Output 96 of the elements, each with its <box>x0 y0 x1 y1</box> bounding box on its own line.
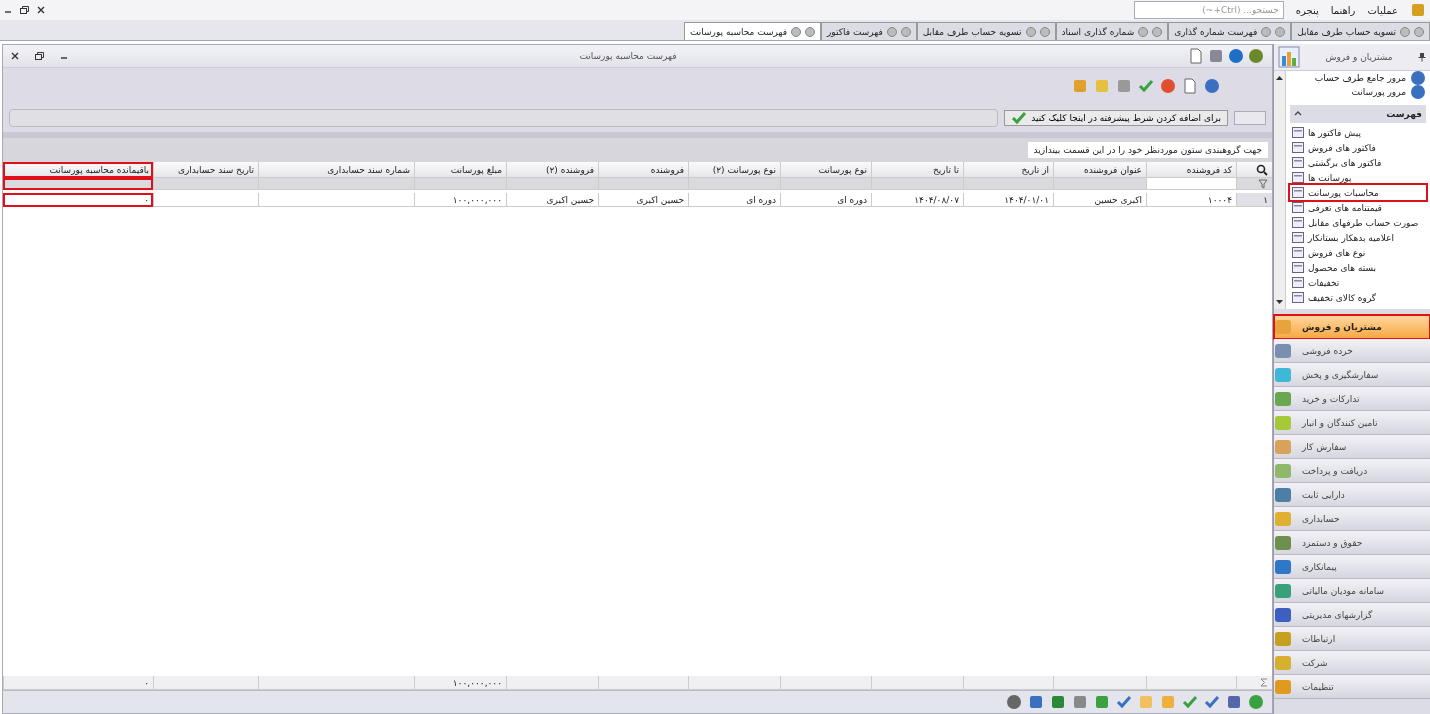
list-icon <box>1292 232 1304 243</box>
sidebar-item[interactable]: پورسانت ها <box>1290 170 1426 185</box>
table-cell: ۱۴۰۴/۰۸/۰۷ <box>871 193 963 207</box>
sidebar-item[interactable]: پیش فاکتور ها <box>1290 125 1426 140</box>
document-tab[interactable]: تسویه حساب طرف مقابل <box>1291 22 1430 40</box>
sidebar-item[interactable]: تخفیفات <box>1290 275 1426 290</box>
module-button[interactable]: تنظیمات <box>1274 675 1430 699</box>
column-header[interactable]: فروشنده <box>598 162 688 178</box>
module-button[interactable]: حسابداری <box>1274 507 1430 531</box>
sidebar-item[interactable]: فاکتور های برگشتی <box>1290 155 1426 170</box>
row-number[interactable]: ۱ <box>1236 193 1272 207</box>
window-title: فهرست محاسبه پورسانت <box>578 51 678 61</box>
module-button[interactable]: دارایی ثابت <box>1274 483 1430 507</box>
table-cell: دوره ای <box>688 193 780 207</box>
scroll-up-icon[interactable] <box>1276 75 1283 80</box>
search-field[interactable]: جستجو... (Ctrl+~) <box>1133 1 1284 19</box>
module-button[interactable]: پیمانکاری <box>1274 555 1430 579</box>
table-cell: ۱۰۰,۰۰۰,۰۰۰ <box>414 193 506 207</box>
restore-icon[interactable] <box>20 6 29 14</box>
advanced-filter-button[interactable]: برای اضافه کردن شرط پیشرفته در اینجا کلیک کنید <box>1004 110 1228 126</box>
list-icon <box>1292 157 1304 168</box>
search-header[interactable] <box>1236 162 1272 178</box>
list-icon <box>1292 292 1304 303</box>
list-icon <box>1292 142 1304 153</box>
filter-input[interactable] <box>1234 111 1266 125</box>
filter-row-cell[interactable] <box>3 178 153 190</box>
sidebar-item[interactable]: اعلامیه بدهکار بستانکار <box>1290 230 1426 245</box>
table-cell: دوره ای <box>780 193 871 207</box>
chevron-icon[interactable] <box>1294 110 1302 118</box>
module-button[interactable]: سفارشگیری و پخش <box>1274 363 1430 387</box>
list-icon <box>1292 202 1304 213</box>
panel-title: مشتریان و فروش <box>1324 52 1394 62</box>
module-button[interactable]: گزارشهای مدیریتی <box>1274 603 1430 627</box>
scroll-down-icon[interactable] <box>1276 300 1283 305</box>
document-tab[interactable]: شماره گذاری اسناد <box>1055 22 1169 40</box>
column-header[interactable]: تاریخ سند حسابداری <box>153 162 258 178</box>
column-header[interactable]: فروشنده (۲) <box>506 162 598 178</box>
document-tab[interactable]: فهرست شماره گذاری <box>1168 22 1292 40</box>
sidebar-item[interactable]: نوع های فروش <box>1290 245 1426 260</box>
column-header[interactable]: شماره سند حسابداری <box>258 162 414 178</box>
sidebar-item[interactable]: صورت حساب طرفهای مقابل <box>1290 215 1426 230</box>
document-icon[interactable] <box>1182 78 1198 94</box>
column-header[interactable]: باقیمانده محاسبه پورسانت <box>3 162 153 178</box>
document-icon[interactable] <box>1188 48 1204 64</box>
list-icon <box>1292 187 1304 198</box>
sidebar-item[interactable]: قیمتنامه های تعرفی <box>1290 200 1426 215</box>
table-cell: حسین اکبری <box>506 193 598 207</box>
column-header[interactable]: نوع پورسانت (۲) <box>688 162 780 178</box>
menu-item[interactable]: عملیات <box>1367 4 1398 16</box>
module-button[interactable]: حقوق و دستمزد <box>1274 531 1430 555</box>
column-header[interactable]: عنوان فروشنده <box>1053 162 1146 178</box>
menu-item[interactable]: پنجره <box>1295 4 1319 16</box>
table-cell: ۱۴۰۴/۰۱/۰۱ <box>963 193 1053 207</box>
document-tab[interactable]: تسویه حساب طرف مقابل <box>916 22 1056 40</box>
column-header[interactable]: مبلغ پورسانت <box>414 162 506 178</box>
restore-icon[interactable] <box>35 52 44 60</box>
module-button[interactable]: سامانه مودیان مالیاتی <box>1274 579 1430 603</box>
table-cell: ۰ <box>3 193 153 207</box>
module-button[interactable]: تامین کنندگان و انبار <box>1274 411 1430 435</box>
table-cell: ۱۰۰۰۴ <box>1146 193 1236 207</box>
sidebar-link[interactable]: مرور جامع طرف حساب <box>1314 73 1406 83</box>
group-by-hint: جهت گروهبندی ستون موردنظر خود را در این قسمت بیندازید <box>1027 142 1268 158</box>
filter-row-cell[interactable] <box>1146 178 1236 190</box>
list-icon <box>1292 247 1304 258</box>
sidebar-item[interactable]: بسته های محصول <box>1290 260 1426 275</box>
column-header[interactable]: نوع پورسانت <box>780 162 871 178</box>
pin-icon[interactable] <box>1418 52 1426 62</box>
list-icon <box>1292 127 1304 138</box>
module-button[interactable]: مشتریان و فروش <box>1274 315 1430 339</box>
document-tab[interactable]: فهرست فاکتور <box>821 22 917 40</box>
column-header[interactable]: کد فروشنده <box>1146 162 1236 178</box>
column-header[interactable]: از تاریخ <box>963 162 1053 178</box>
menu-item[interactable]: راهنما <box>1330 4 1356 16</box>
document-tab[interactable]: فهرست محاسبه پورسانت <box>683 22 821 40</box>
module-button[interactable]: خرده فروشی <box>1274 339 1430 363</box>
list-icon <box>1292 277 1304 288</box>
sidebar-item[interactable]: فاکتور های فروش <box>1290 140 1426 155</box>
sidebar-item[interactable]: محاسبات پورسانت <box>1290 185 1426 200</box>
column-header[interactable]: تا تاریخ <box>871 162 963 178</box>
table-cell: حسین اکبری <box>598 193 688 207</box>
sidebar-item[interactable]: گروه کالای تخفیف <box>1290 290 1426 305</box>
search-icon[interactable] <box>1256 163 1268 176</box>
filter-field[interactable] <box>9 109 999 127</box>
check-icon[interactable] <box>1138 78 1154 94</box>
module-button[interactable]: سفارش کار <box>1274 435 1430 459</box>
sidebar-link[interactable]: مرور پورسانت <box>1351 87 1406 97</box>
scrollbar[interactable] <box>1274 71 1286 309</box>
module-button[interactable]: شرکت <box>1274 651 1430 675</box>
list-icon <box>1292 172 1304 183</box>
module-button[interactable]: تدارکات و خرید <box>1274 387 1430 411</box>
section-header[interactable]: فهرست <box>1290 105 1426 123</box>
table-cell: اکبری حسین <box>1053 193 1146 207</box>
list-icon <box>1292 217 1304 228</box>
module-button[interactable]: دریافت و پرداخت <box>1274 459 1430 483</box>
module-button[interactable]: ارتباطات <box>1274 627 1430 651</box>
list-icon <box>1292 262 1304 273</box>
